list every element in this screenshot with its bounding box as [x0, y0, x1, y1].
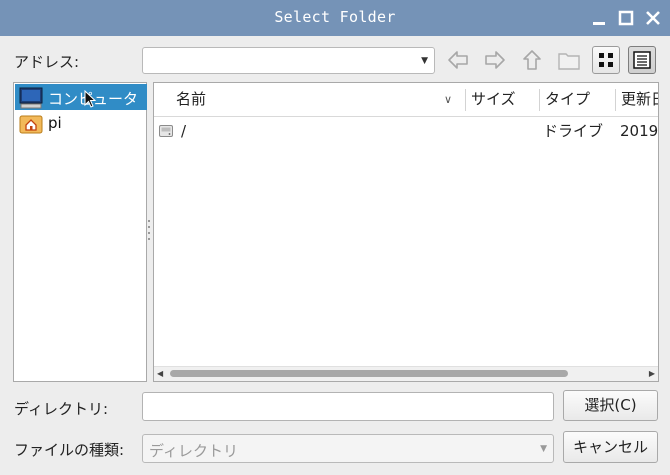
column-header-type[interactable]: タイプ: [545, 83, 590, 116]
sidebar-item-computer[interactable]: コンピュータ: [15, 84, 147, 110]
directory-input[interactable]: [142, 392, 554, 421]
chevron-down-icon: ▼: [421, 55, 428, 66]
horizontal-scrollbar[interactable]: ◀ ▶: [154, 366, 658, 381]
drive-icon: [159, 124, 173, 142]
new-folder-icon[interactable]: [555, 46, 583, 74]
address-combo[interactable]: ▼: [142, 47, 435, 74]
window-title: Select Folder: [274, 8, 396, 26]
sidebar-item-pi[interactable]: pi: [15, 110, 147, 136]
filetype-combo[interactable]: ディレクトリ ▼: [142, 434, 554, 463]
computer-icon: [19, 87, 43, 109]
home-folder-icon: [19, 113, 43, 134]
minimize-icon[interactable]: [590, 9, 608, 27]
chevron-down-icon: ▼: [540, 443, 547, 454]
up-icon[interactable]: [518, 46, 546, 74]
scrollbar-thumb[interactable]: [170, 370, 568, 377]
column-header-size[interactable]: サイズ: [471, 83, 516, 116]
filetype-label: ファイルの種類:: [14, 441, 125, 459]
sort-chevron-icon: ∨: [444, 93, 453, 106]
forward-icon[interactable]: [481, 46, 509, 74]
back-icon[interactable]: [444, 46, 472, 74]
select-button[interactable]: 選択(C): [563, 390, 658, 421]
cancel-button[interactable]: キャンセル: [563, 431, 658, 463]
title-bar[interactable]: Select Folder: [0, 0, 670, 36]
select-folder-dialog: Select Folder アドレス: ▼ pi 名前 ∨ サイズ タイプ 更新…: [0, 0, 670, 475]
scroll-left-icon[interactable]: ◀: [157, 369, 163, 378]
scroll-right-icon[interactable]: ▶: [649, 369, 655, 378]
column-header-name[interactable]: 名前: [176, 83, 206, 116]
icon-view-icon[interactable]: [592, 46, 620, 74]
sidebar-item-label: pi: [48, 114, 62, 132]
mouse-cursor-icon: [84, 89, 98, 110]
file-modified: 2019: [620, 122, 659, 140]
filetype-value: ディレクトリ: [149, 442, 238, 460]
file-list-header: 名前 ∨ サイズ タイプ 更新日: [154, 83, 658, 117]
pane-splitter[interactable]: [148, 220, 151, 246]
maximize-icon[interactable]: [617, 9, 635, 27]
column-header-modified[interactable]: 更新日: [621, 83, 658, 116]
directory-label: ディレクトリ:: [14, 400, 109, 418]
file-name: /: [181, 122, 187, 140]
file-list: 名前 ∨ サイズ タイプ 更新日 / ドライブ 2019 ◀ ▶: [153, 82, 659, 382]
sidebar: コンピュータ pi: [13, 82, 147, 382]
table-row[interactable]: / ドライブ 2019: [154, 119, 659, 143]
close-icon[interactable]: [644, 9, 662, 27]
file-type: ドライブ: [543, 122, 604, 140]
detail-view-icon[interactable]: [628, 46, 656, 74]
address-label: アドレス:: [14, 53, 80, 71]
